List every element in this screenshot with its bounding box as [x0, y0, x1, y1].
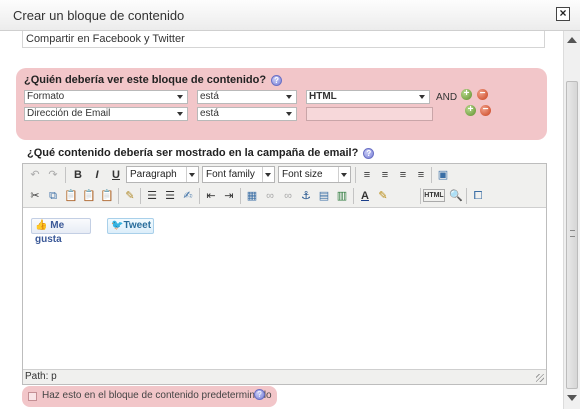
and-label: AND — [436, 92, 458, 103]
toolbar-separator — [466, 188, 467, 204]
bullet-list-icon[interactable]: ☰ — [143, 187, 161, 205]
html-source-button[interactable]: HTML — [423, 189, 445, 202]
rule-value-value: HTML — [309, 91, 337, 102]
default-block-label: Haz esto en el bloque de contenido prede… — [42, 390, 272, 401]
align-right-icon[interactable]: ≡ — [394, 166, 412, 184]
content-preview-text: Compartir en Facebook y Twitter — [26, 33, 185, 45]
help-icon[interactable]: ? — [271, 74, 283, 86]
editor-content-area[interactable]: 👍 Me gusta 🐦Tweet — [23, 209, 546, 369]
tweet-label: Tweet — [123, 220, 152, 231]
add-rule-icon[interactable]: + — [461, 89, 472, 100]
rule-operator-select-1[interactable]: está — [197, 90, 297, 104]
toolbar-row-1: ↶ ↷ B I U Paragraph Font family Font siz… — [25, 165, 545, 185]
clean-formatting-icon[interactable]: ✎ — [121, 187, 139, 205]
audience-title-text: ¿Quién debería ver este bloque de conten… — [24, 74, 267, 86]
content-section-title: ¿Qué contenido debería ser mostrado en l… — [27, 147, 375, 159]
highlight-color-icon[interactable]: ✎ — [374, 187, 392, 205]
paste-word-icon[interactable]: 📋 — [98, 187, 116, 205]
rule-field-value: Dirección de Email — [27, 108, 111, 119]
scroll-down-icon[interactable] — [567, 395, 577, 401]
remove-rule-icon[interactable]: − — [477, 89, 488, 100]
toolbar-separator — [240, 188, 241, 204]
toolbar-separator — [420, 188, 421, 204]
underline-button[interactable]: U — [107, 166, 125, 184]
default-block-option: Haz esto en el bloque de contenido prede… — [22, 386, 277, 407]
toolbar-separator — [199, 188, 200, 204]
dialog-titlebar: Crear un bloque de contenido × — [0, 0, 580, 31]
copy-icon[interactable]: ⧉ — [44, 187, 62, 205]
audience-section-title: ¿Quién debería ver este bloque de conten… — [24, 74, 283, 86]
help-icon[interactable]: ? — [363, 147, 375, 159]
rule-operator-value: está — [200, 108, 219, 119]
font-family-value: Font family — [206, 169, 255, 180]
redo-icon[interactable]: ↷ — [44, 166, 62, 184]
anchor-icon[interactable]: ⚓ — [297, 187, 315, 205]
twitter-bird-icon: 🐦 — [111, 220, 124, 231]
table-icon[interactable]: ▦ — [243, 187, 261, 205]
font-family-select[interactable]: Font family — [202, 166, 275, 183]
align-center-icon[interactable]: ≡ — [376, 166, 394, 184]
vertical-scrollbar[interactable] — [563, 31, 580, 409]
cut-icon[interactable]: ✂ — [26, 187, 44, 205]
toolbar-separator — [353, 188, 354, 204]
rule-operator-select-2[interactable]: está — [197, 107, 297, 121]
toolbar-separator — [65, 167, 66, 183]
outdent-icon[interactable]: ⇤ — [202, 187, 220, 205]
toolbar-row-2: ✂ ⧉ 📋 📋 📋 ✎ ☰ ☰ ✍ ⇤ ⇥ ▦ ∞ ∞ ⚓ ▤ ▥ A ✎ HT… — [25, 186, 545, 206]
rule-field-select-1[interactable]: Formato — [24, 90, 188, 104]
scroll-up-icon[interactable] — [567, 37, 577, 43]
close-icon[interactable]: × — [556, 7, 570, 21]
undo-icon[interactable]: ↶ — [26, 166, 44, 184]
font-size-value: Font size — [282, 169, 323, 180]
format-select-value: Paragraph — [130, 169, 177, 180]
help-icon[interactable]: ? — [254, 389, 265, 400]
paste-text-icon[interactable]: 📋 — [80, 187, 98, 205]
editor-toolbar: ↶ ↷ B I U Paragraph Font family Font siz… — [23, 164, 546, 208]
facebook-like-button[interactable]: 👍 Me gusta — [31, 218, 91, 245]
search-icon[interactable]: 🔍 — [447, 187, 465, 205]
content-title-text: ¿Qué contenido debería ser mostrado en l… — [27, 147, 359, 159]
unlink-icon[interactable]: ∞ — [279, 187, 297, 205]
dialog-title: Crear un bloque de contenido — [13, 8, 185, 23]
content-preview-strip: Compartir en Facebook y Twitter — [22, 31, 545, 48]
edit-icon[interactable]: ✍ — [179, 187, 197, 205]
toolbar-separator — [431, 167, 432, 183]
text-color-icon[interactable]: A — [356, 187, 374, 205]
italic-button[interactable]: I — [88, 166, 106, 184]
align-left-icon[interactable]: ≡ — [358, 166, 376, 184]
thumbs-up-icon: 👍 — [35, 220, 48, 231]
bold-button[interactable]: B — [69, 166, 87, 184]
rule-operator-value: está — [200, 91, 219, 102]
indent-icon[interactable]: ⇥ — [220, 187, 238, 205]
remove-rule-icon[interactable]: − — [480, 105, 491, 116]
rule-field-value: Formato — [27, 91, 65, 102]
add-rule-icon[interactable]: + — [465, 105, 476, 116]
element-path: Path: p — [25, 371, 57, 382]
editor-statusbar: Path: p — [23, 369, 546, 384]
paste-icon[interactable]: 📋 — [62, 187, 80, 205]
rule-field-select-2[interactable]: Dirección de Email — [24, 107, 188, 121]
numbered-list-icon[interactable]: ☰ — [161, 187, 179, 205]
insert-template-icon[interactable]: ▣ — [434, 166, 452, 184]
rule-value-input-2[interactable] — [306, 107, 433, 121]
media-icon[interactable]: ▥ — [333, 187, 351, 205]
toolbar-separator — [140, 188, 141, 204]
align-justify-icon[interactable]: ≡ — [412, 166, 430, 184]
toolbar-separator — [118, 188, 119, 204]
font-size-select[interactable]: Font size — [278, 166, 351, 183]
toolbar-separator — [355, 167, 356, 183]
image-icon[interactable]: ▤ — [315, 187, 333, 205]
rule-value-select-1[interactable]: HTML — [306, 90, 430, 104]
format-select[interactable]: Paragraph — [126, 166, 199, 183]
fullscreen-icon[interactable]: ⧠ — [469, 187, 487, 205]
link-icon[interactable]: ∞ — [261, 187, 279, 205]
rich-text-editor: ↶ ↷ B I U Paragraph Font family Font siz… — [22, 163, 547, 385]
tweet-button[interactable]: 🐦Tweet — [107, 218, 154, 234]
scroll-thumb[interactable] — [566, 81, 578, 389]
default-block-checkbox[interactable] — [28, 392, 37, 401]
resize-grip-icon[interactable] — [536, 374, 544, 382]
